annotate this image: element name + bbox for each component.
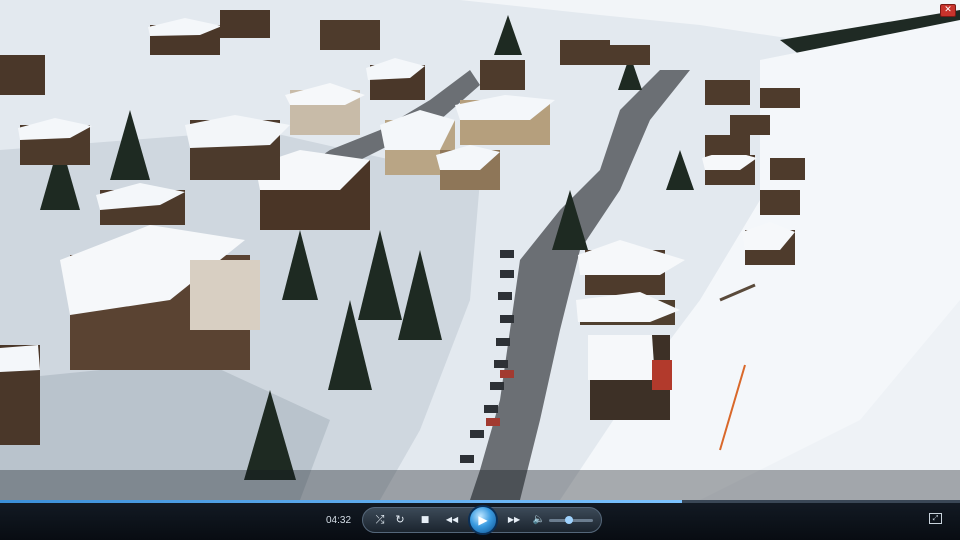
previous-icon[interactable]: ◀◀ [439,508,465,532]
snowy-village-aerial-image [0,0,960,500]
close-icon[interactable]: ✕ [940,4,956,17]
shuffle-icon[interactable]: ⤮ [371,508,389,532]
stop-icon[interactable]: ■ [417,508,433,532]
control-bar: 04:32 ⤮ ↻ ■ ◀◀ ▶ ▶▶ 🔈 ⤢ [0,500,960,540]
video-frame[interactable]: ✕ [0,0,960,500]
seek-bar[interactable] [0,500,960,503]
play-button[interactable]: ▶ [468,505,498,535]
volume-slider[interactable] [549,516,593,524]
repeat-icon[interactable]: ↻ [391,508,409,532]
media-player-window: ✕ 04:32 ⤮ ↻ ■ ◀◀ ▶ ▶▶ 🔈 ⤢ [0,0,960,540]
transport-controls: ⤮ ↻ ■ ◀◀ ▶ ▶▶ 🔈 [362,505,602,535]
fullscreen-icon[interactable]: ⤢ [929,513,942,524]
volume-icon[interactable]: 🔈 [531,508,547,532]
time-elapsed: 04:32 [326,515,352,526]
volume-slider-knob[interactable] [564,516,573,524]
seek-bar-progress [0,500,682,503]
next-icon[interactable]: ▶▶ [501,508,527,532]
